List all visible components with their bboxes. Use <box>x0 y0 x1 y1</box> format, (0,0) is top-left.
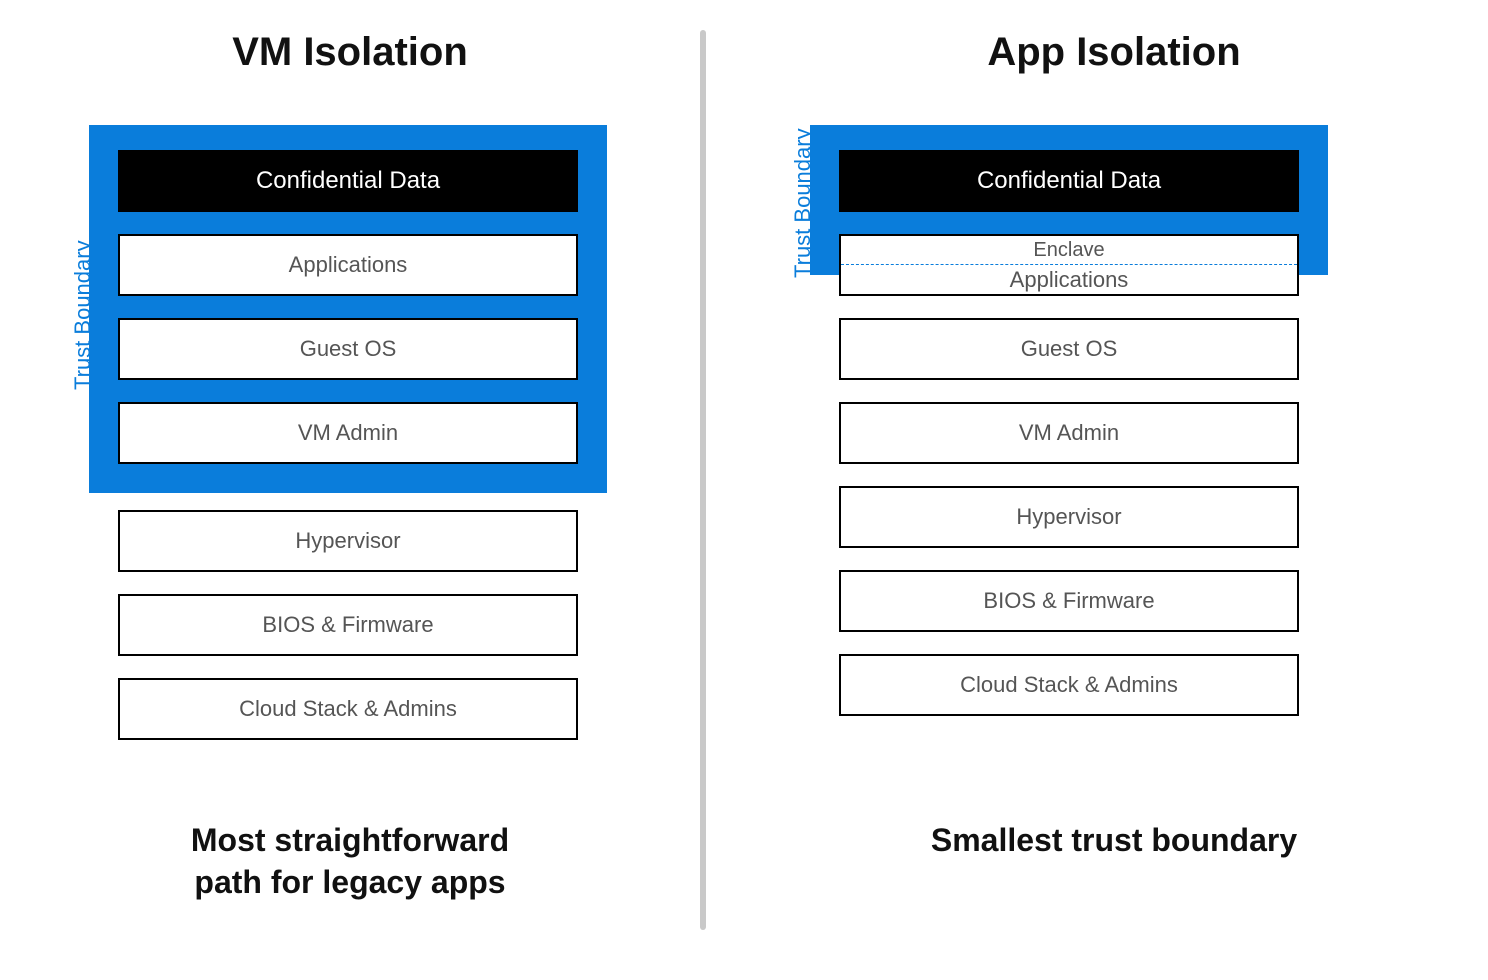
layer-guest-os: Guest OS <box>118 318 578 380</box>
vm-isolation-title: VM Isolation <box>0 30 700 75</box>
layer-vm-admin: VM Admin <box>118 402 578 464</box>
layer-enclave-applications: Enclave Applications <box>839 234 1299 296</box>
layer-applications: Applications <box>118 234 578 296</box>
app-isolation-column: App Isolation Trust Boundary Confidentia… <box>740 0 1488 980</box>
app-isolation-caption: Smallest trust boundary <box>740 820 1488 862</box>
layer-guest-os: Guest OS <box>839 318 1299 380</box>
layer-vm-admin: VM Admin <box>839 402 1299 464</box>
layer-bios-firmware: BIOS & Firmware <box>839 570 1299 632</box>
layer-cloud-stack: Cloud Stack & Admins <box>118 678 578 740</box>
app-isolation-title: App Isolation <box>740 30 1488 75</box>
vertical-divider <box>700 30 706 930</box>
vm-isolation-caption: Most straightforward path for legacy app… <box>0 820 700 903</box>
caption-line1: Most straightforward <box>191 822 509 858</box>
vm-isolation-column: VM Isolation Trust Boundary Confidential… <box>0 0 700 980</box>
layer-hypervisor: Hypervisor <box>118 510 578 572</box>
layer-hypervisor: Hypervisor <box>839 486 1299 548</box>
layer-enclave-label: Enclave <box>841 236 1297 265</box>
layer-cloud-stack: Cloud Stack & Admins <box>839 654 1299 716</box>
app-layer-stack: Confidential Data Enclave Applications G… <box>839 150 1299 738</box>
layer-applications-label: Applications <box>841 265 1297 295</box>
vm-layer-stack-lower: Hypervisor BIOS & Firmware Cloud Stack &… <box>118 510 578 762</box>
diagram-root: VM Isolation Trust Boundary Confidential… <box>0 0 1488 980</box>
caption-line2: path for legacy apps <box>194 864 505 900</box>
vm-layer-stack: Confidential Data Applications Guest OS … <box>118 150 578 486</box>
layer-bios-firmware: BIOS & Firmware <box>118 594 578 656</box>
layer-confidential-data: Confidential Data <box>839 150 1299 212</box>
layer-confidential-data: Confidential Data <box>118 150 578 212</box>
